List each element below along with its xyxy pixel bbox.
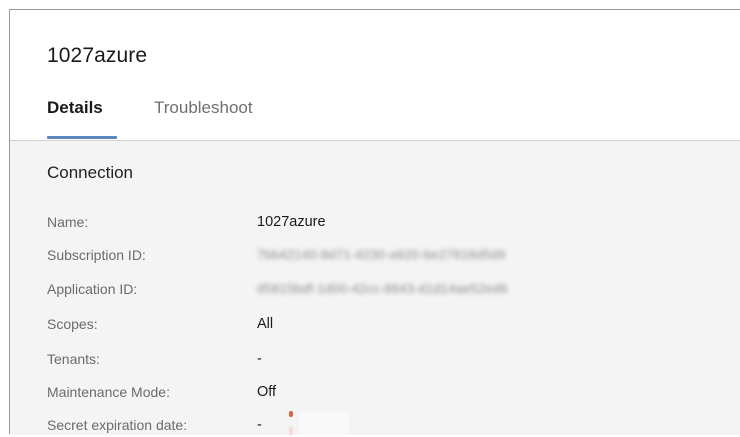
redacted-area [299,413,349,435]
field-value-scopes: All [257,316,274,332]
field-label: Secret expiration date: [47,417,188,433]
active-tab-indicator [47,136,117,139]
field-row-subscription-id: Subscription ID: 7bb42140-8d71-4230-a920… [47,247,687,267]
field-value-maintenance-mode: Off [257,384,277,400]
field-row-scopes: Scopes: All [47,316,687,336]
field-label: Tenants: [47,351,100,367]
connection-section: Connection Name: 1027azure Subscription … [10,141,740,435]
secret-expiration-text: - [257,417,262,433]
field-label: Scopes: [47,316,98,332]
field-value-application-id: d5815bdf-1d00-42cc-8643-d1d14ae52ed6 [257,281,508,296]
field-value-subscription-id: 7bb42140-8d71-4230-a920-be27818d5d9 [257,247,506,262]
field-label: Name: [47,214,89,230]
field-value-tenants: - [257,351,262,367]
field-row-secret-expiration: Secret expiration date: - [47,411,687,437]
details-panel: 1027azure Details Troubleshoot Connectio… [9,9,740,435]
warning-icon [287,411,295,435]
field-row-name: Name: 1027azure [47,214,687,234]
field-value-name: 1027azure [257,214,326,230]
field-label: Application ID: [47,281,138,297]
field-row-maintenance-mode: Maintenance Mode: Off [47,384,687,404]
field-row-tenants: Tenants: - [47,351,687,371]
panel-header: 1027azure Details Troubleshoot [10,10,740,141]
section-title: Connection [47,163,134,182]
tab-troubleshoot[interactable]: Troubleshoot [154,98,253,118]
page-title: 1027azure [47,44,148,67]
tab-details[interactable]: Details [47,98,103,118]
field-label: Maintenance Mode: [47,384,170,400]
field-value-secret-expiration: - [257,411,349,435]
field-row-application-id: Application ID: d5815bdf-1d00-42cc-8643-… [47,281,687,301]
field-label: Subscription ID: [47,247,146,263]
